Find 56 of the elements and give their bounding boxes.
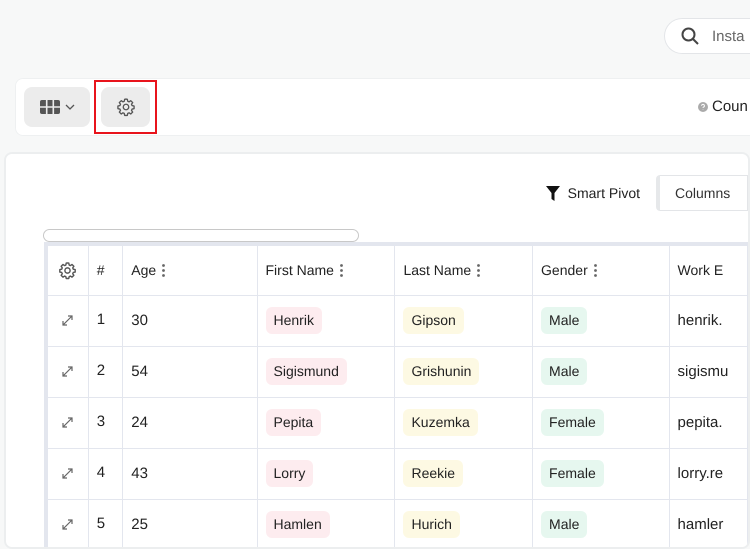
- tag: Sigismund: [266, 358, 347, 385]
- tag: Male: [541, 358, 588, 385]
- expand-icon[interactable]: [62, 417, 74, 428]
- settings-button[interactable]: [101, 87, 150, 127]
- caret-icon: [65, 104, 75, 110]
- table-cell: 43: [131, 464, 148, 482]
- column-header[interactable]: #: [96, 260, 105, 281]
- table-cell: hamler: [678, 516, 724, 532]
- grid-icon: [39, 99, 61, 115]
- help-icon: [698, 102, 708, 112]
- filter-icon: [546, 186, 560, 200]
- kebab-menu-icon[interactable]: [340, 264, 343, 277]
- row-number: 1: [96, 311, 106, 328]
- table-cell: henrik.: [678, 312, 723, 328]
- tag: Gipson: [403, 307, 464, 334]
- column-header[interactable]: Gender: [541, 260, 588, 281]
- tag: Henrik: [266, 307, 322, 334]
- table-cell: 54: [131, 362, 148, 380]
- table-cell: 25: [131, 516, 148, 532]
- table-cell: 30: [131, 312, 148, 328]
- row-number: 3: [96, 413, 106, 430]
- expand-icon[interactable]: [62, 519, 74, 530]
- expand-icon[interactable]: [62, 468, 74, 479]
- tag: Female: [541, 409, 604, 436]
- table-cell: sigismu: [678, 362, 728, 380]
- tag: Kuzemka: [403, 409, 478, 436]
- tag: Grishunin: [403, 358, 480, 385]
- column-header[interactable]: Age: [131, 260, 156, 281]
- kebab-menu-icon[interactable]: [594, 264, 597, 277]
- smart-pivot-button[interactable]: Smart Pivot: [546, 182, 640, 204]
- kebab-menu-icon[interactable]: [162, 264, 166, 277]
- tag: Female: [541, 460, 604, 487]
- row-number: 2: [96, 362, 106, 380]
- settings-icon: [116, 97, 136, 117]
- expand-icon[interactable]: [62, 315, 74, 326]
- row-number: 4: [96, 464, 106, 482]
- settings-icon[interactable]: [58, 260, 78, 280]
- search-icon: [681, 27, 699, 45]
- tag: Hamlen: [266, 511, 330, 538]
- table-cell: pepita.: [678, 414, 723, 430]
- row-number: 5: [96, 515, 106, 532]
- count-label: Coun: [712, 96, 749, 117]
- table-cell: 24: [131, 414, 148, 430]
- tag: Lorry: [266, 460, 314, 487]
- kebab-menu-icon[interactable]: [477, 264, 480, 277]
- table-cell: lorry.re: [678, 464, 724, 482]
- columns-button[interactable]: Columns: [656, 175, 748, 211]
- tag: Pepita: [266, 409, 322, 436]
- expand-icon[interactable]: [62, 366, 74, 377]
- tag: Male: [541, 511, 588, 538]
- search-field[interactable]: Insta: [664, 18, 750, 54]
- tag: Hurich: [403, 511, 460, 538]
- scrollbar[interactable]: [43, 229, 359, 242]
- grid-view-button[interactable]: [24, 87, 90, 127]
- tag: Male: [541, 307, 588, 334]
- tag: Reekie: [403, 460, 464, 487]
